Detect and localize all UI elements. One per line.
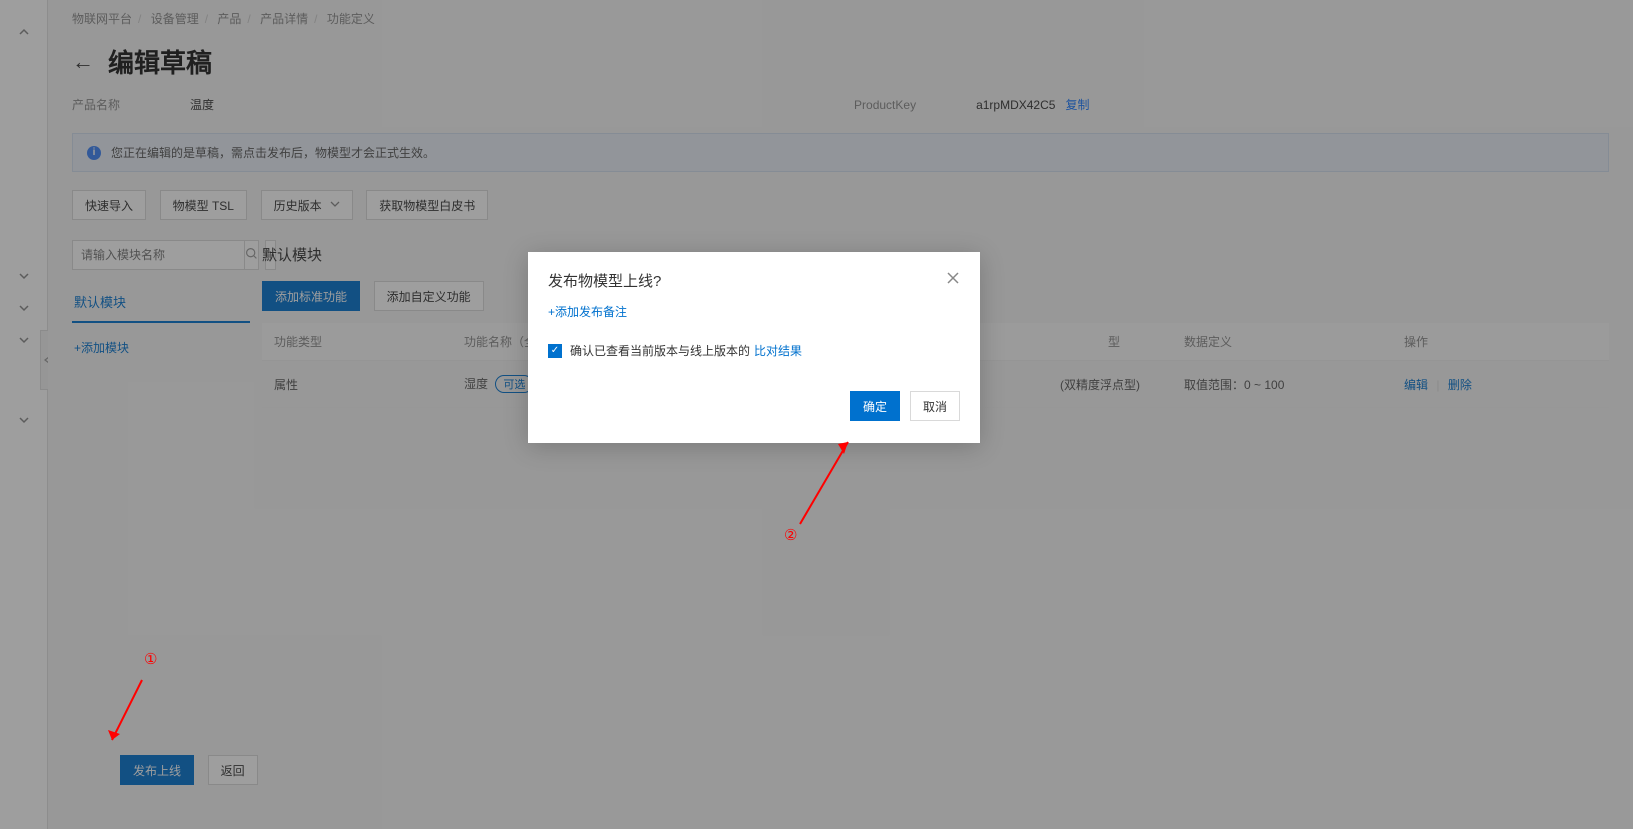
close-icon[interactable] (946, 271, 960, 290)
compare-link[interactable]: 比对结果 (754, 342, 802, 359)
confirm-text: 确认已查看当前版本与线上版本的 (570, 342, 750, 359)
cancel-button[interactable]: 取消 (910, 391, 960, 421)
ok-button[interactable]: 确定 (850, 391, 900, 421)
annotation-number-2: ② (784, 526, 797, 544)
add-note-link[interactable]: +添加发布备注 (548, 303, 627, 320)
annotation-number-1: ① (144, 650, 157, 668)
modal-title: 发布物模型上线? (548, 270, 946, 291)
publish-modal: 发布物模型上线? +添加发布备注 ✓ 确认已查看当前版本与线上版本的 比对结果 … (528, 252, 980, 443)
confirm-checkbox[interactable]: ✓ (548, 344, 562, 358)
